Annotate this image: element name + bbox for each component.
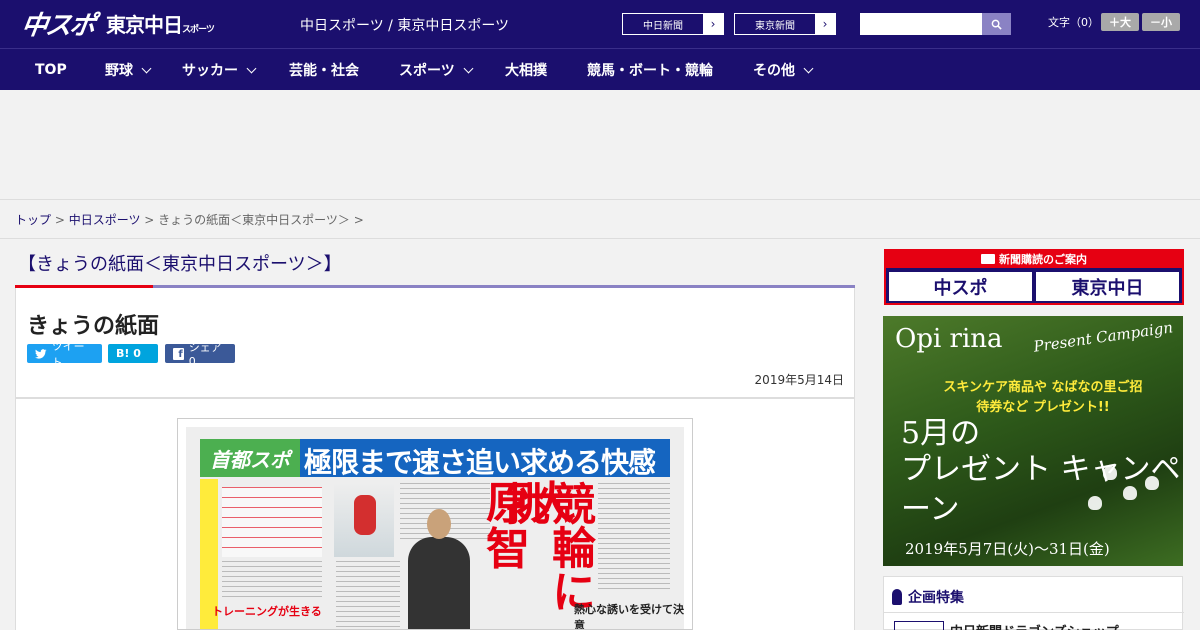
article-title: きょうの紙面 [27,314,160,339]
paper-subhead-1: トレーニングが生きる [212,605,322,618]
chevron-right-icon: › [703,14,723,34]
chevron-down-icon [463,63,474,73]
breadcrumb-top[interactable]: トップ [15,213,51,227]
flower-decoration-icon [1103,466,1117,480]
site-search [860,13,1011,35]
search-icon [991,19,1002,30]
flower-decoration-icon [1123,486,1137,500]
link-label: 東京新聞 [735,14,815,34]
font-larger-button[interactable]: ＋大 [1101,13,1139,31]
main-nav: TOP 野球 サッカー 芸能・社会 スポーツ 大相撲 競馬・ボート・競輪 その他 [0,48,1200,90]
nav-item-sports[interactable]: スポーツ [399,49,474,91]
nav-item-top[interactable]: TOP [35,49,67,91]
logo-tokyo-chunichi: 東京中日スポーツ [106,12,215,37]
paper-photo-skier [334,483,394,557]
feature-thumbnail[interactable] [894,621,944,630]
chevron-down-icon [246,63,257,73]
present-campaign-ad[interactable]: Opi rina Present Campaign スキンケア商品や なばなの里… [883,316,1183,566]
nav-item-entertainment[interactable]: 芸能・社会 [289,49,359,91]
feature-box: 企画特集 中日新聞ドラゴンズショップ [883,576,1184,630]
site-header: 中スポ 東京中日スポーツ 中日スポーツ / 東京中日スポーツ 中日新聞 › 東京… [0,0,1200,48]
nav-item-others[interactable]: その他 [753,49,814,91]
search-button[interactable] [982,13,1011,35]
paper-text-column [222,561,322,601]
promo-brand: Opi rina [895,324,1003,354]
hatena-bookmark-button[interactable]: B! 0 [108,344,158,363]
breadcrumb: トップ > 中日スポーツ > きょうの紙面＜東京中日スポーツ＞ > [15,213,364,227]
section-title: 【きょうの紙面＜東京中日スポーツ＞】 [18,254,342,275]
divider [884,612,1184,613]
promo-campaign-label: Present Campaign [1032,318,1174,356]
nav-item-soccer[interactable]: サッカー [182,49,257,91]
breadcrumb-chunichi-sports[interactable]: 中日スポーツ [69,213,141,227]
feature-head: 企画特集 [892,587,964,607]
facebook-icon: f [173,347,184,360]
article-header-card: きょうの紙面 ツイート B! 0 f シェア 0 2019年5月14日 [15,288,855,398]
flower-decoration-icon [1145,476,1159,490]
paper-banner: 首都スポ 極限まで速さ追い求める快感 [200,439,670,479]
subscription-head: 新聞購読のご案内 [884,249,1184,268]
chunichi-shimbun-link[interactable]: 中日新聞 › [622,13,724,35]
nav-item-baseball[interactable]: 野球 [105,49,152,91]
divider [0,238,1200,239]
paper-headline: 極限まで速さ追い求める快感 [304,446,656,479]
ad-banner-area [0,90,1200,200]
search-input[interactable] [860,13,982,35]
paper-text-column [598,483,670,593]
link-label: 中日新聞 [623,14,703,34]
tokyo-shimbun-link[interactable]: 東京新聞 › [734,13,836,35]
article-date: 2019年5月14日 [754,373,844,387]
font-smaller-button[interactable]: －小 [1142,13,1180,31]
paper-text-column [336,561,400,627]
tweet-button[interactable]: ツイート [27,340,102,369]
twitter-icon [35,348,47,359]
promo-present: プレゼント キャンペーン [901,452,1181,527]
paper-brand: 首都スポ [200,439,300,477]
nav-item-sumo[interactable]: 大相撲 [505,49,547,91]
breadcrumb-current: きょうの紙面＜東京中日スポーツ＞ > [158,213,364,227]
newspaper-icon [981,253,995,264]
subscription-box: 新聞購読のご案内 中スポ 東京中日 [884,249,1184,305]
font-size-label: 文字（0） [1048,16,1099,29]
subscribe-chuspo-button[interactable]: 中スポ [889,272,1032,301]
feature-item[interactable]: 中日新聞ドラゴンズショップ [950,621,1119,630]
subscribe-tokyo-chunichi-button[interactable]: 東京中日 [1036,272,1179,301]
newspaper-image-inner: 首都スポ 極限まで速さ追い求める快感 原大智 競輪に挑 トレーニングが生きる 熱… [186,427,684,630]
promo-dates: 2019年5月7日(火)〜31日(金) [905,540,1110,558]
pin-icon [892,589,902,605]
facebook-share-button[interactable]: f シェア 0 [165,341,235,368]
paper-subhead-2: 熱心な誘いを受けて決意 [574,603,684,630]
site-logo[interactable]: 中スポ 東京中日スポーツ [19,6,215,41]
chevron-down-icon [803,63,814,73]
paper-table [222,487,322,557]
logo-chuspo: 中スポ [19,10,96,41]
nav-item-racing[interactable]: 競馬・ボート・競輪 [587,49,713,91]
chevron-right-icon: › [815,14,835,34]
chevron-down-icon [141,63,152,73]
site-tagline[interactable]: 中日スポーツ / 東京中日スポーツ [300,15,509,35]
paper-photo-athlete [408,509,470,629]
flower-decoration-icon [1088,496,1102,510]
promo-month: 5月の [901,416,981,451]
newspaper-front-page-image[interactable]: 首都スポ 極限まで速さ追い求める快感 原大智 競輪に挑 トレーニングが生きる 熱… [177,418,693,630]
